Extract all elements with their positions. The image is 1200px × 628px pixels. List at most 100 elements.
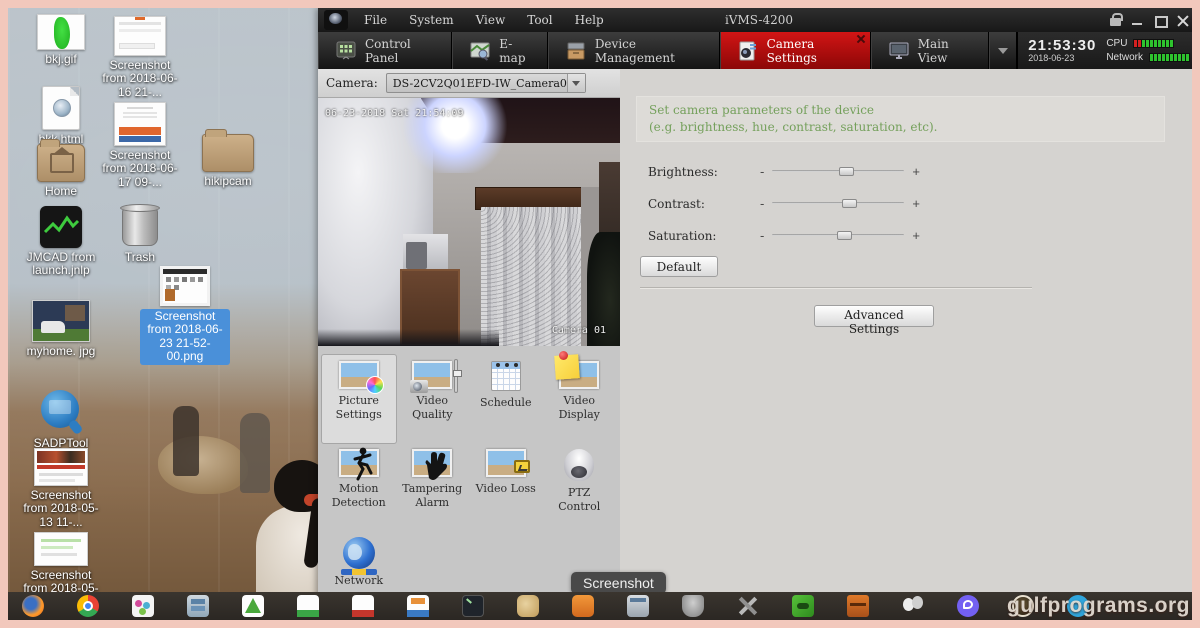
taskbar-icon-package[interactable] <box>847 595 869 617</box>
menu-tool[interactable]: Tool <box>527 13 552 27</box>
e-map-icon <box>469 41 491 61</box>
close-button[interactable] <box>1177 15 1190 26</box>
tab-label: Camera Settings <box>767 37 854 65</box>
tab-camera-settings[interactable]: Camera Settings <box>720 32 871 69</box>
contrast-slider-handle[interactable] <box>842 199 857 208</box>
taskbar-icon-gallery[interactable] <box>132 595 154 617</box>
tab-close-icon[interactable] <box>856 34 866 44</box>
cpu-usage-meter <box>1133 39 1174 48</box>
taskbar-icon-file-manager[interactable] <box>187 595 209 617</box>
feature-schedule[interactable]: Schedule <box>469 355 543 443</box>
feature-label: Tampering Alarm <box>401 482 463 510</box>
settings-description-line2: (e.g. brightness, hue, contrast, saturat… <box>649 119 1152 136</box>
lock-icon[interactable] <box>1110 18 1121 26</box>
desktop-icon-hikipcam[interactable]: hikipcam <box>184 134 272 188</box>
desktop-icon-sadptool[interactable]: SADPTool <box>17 390 105 450</box>
desktop-icon-bkj-gif[interactable]: bkj.gif <box>17 14 105 66</box>
menu-bar: File System View Tool Help <box>364 13 604 27</box>
taskbar-icon-terminal[interactable] <box>462 595 484 617</box>
trash-icon <box>120 202 160 248</box>
plus-icon[interactable]: + <box>912 164 920 179</box>
cpu-label: CPU <box>1106 38 1127 49</box>
tab-e-map[interactable]: E-map <box>452 32 548 69</box>
taskbar-icon-green-app[interactable] <box>242 595 264 617</box>
status-clock-area: 21:53:30 2018-06-23 CPU Network <box>1017 32 1192 69</box>
settings-description-line1: Set camera parameters of the device <box>649 102 1152 119</box>
tab-main-view[interactable]: Main View <box>871 32 989 69</box>
taskbar-icon-libreoffice-calc[interactable] <box>297 595 319 617</box>
desktop-icon-jmcad[interactable]: JMCAD from launch.jnlp <box>17 206 105 278</box>
feature-video-quality[interactable]: Video Quality <box>396 355 470 443</box>
feature-ptz-control[interactable]: PTZ Control <box>543 443 617 531</box>
brightness-slider-handle[interactable] <box>839 167 854 176</box>
tab-label: Main View <box>918 37 972 65</box>
maximize-button[interactable] <box>1154 15 1167 26</box>
taskbar-icon-viber[interactable] <box>957 595 979 617</box>
feature-video-loss[interactable]: Video Loss <box>469 443 543 531</box>
taskbar-icon-libreoffice-impress[interactable] <box>407 595 429 617</box>
control-panel-icon <box>335 41 357 61</box>
camera-settings-icon <box>737 41 759 61</box>
tab-control-panel[interactable]: Control Panel <box>318 32 452 69</box>
camera-select-arrow[interactable] <box>567 74 585 92</box>
feature-picture-settings[interactable]: Picture Settings <box>322 355 396 443</box>
photo-thumbnail <box>32 300 90 342</box>
saturation-slider[interactable] <box>772 231 904 240</box>
minus-icon[interactable]: - <box>760 164 764 179</box>
toolbar-dropdown-button[interactable] <box>989 32 1018 69</box>
sadptool-icon <box>39 390 83 434</box>
menu-help[interactable]: Help <box>575 13 604 27</box>
feature-tampering-alarm[interactable]: Tampering Alarm <box>396 443 470 531</box>
screenshot-thumbnail <box>114 16 166 56</box>
desktop-icon-screenshot-0623-selected[interactable]: Screenshot from 2018-06-23 21-52-00.png <box>140 266 230 365</box>
menu-system[interactable]: System <box>409 13 453 27</box>
live-video-preview[interactable]: 06-23-2018 Sat 21:54:09 Camera 01 <box>318 98 620 346</box>
taskbar-icon-games[interactable] <box>792 595 814 617</box>
screenshot-thumbnail <box>114 102 166 146</box>
desktop-icon-bkk-html[interactable]: bkk.html <box>17 86 105 146</box>
plus-icon[interactable]: + <box>912 228 920 243</box>
taskbar-icon-balloons[interactable] <box>902 595 924 617</box>
minus-icon[interactable]: - <box>760 228 764 243</box>
menu-view[interactable]: View <box>476 13 506 27</box>
taskbar-icon-tools[interactable] <box>737 595 759 617</box>
minimize-button[interactable] <box>1131 15 1144 26</box>
clock-date: 2018-06-23 <box>1028 54 1096 63</box>
screenshot-thumbnail <box>34 448 88 486</box>
tab-label: Device Management <box>595 37 703 65</box>
feature-video-display[interactable]: Video Display <box>543 355 617 443</box>
taskbar-icon-software-center[interactable] <box>572 595 594 617</box>
settings-description: Set camera parameters of the device (e.g… <box>636 96 1165 142</box>
desktop-icon-screenshot-0617[interactable]: Screenshot from 2018-06-17 09-... <box>96 102 184 189</box>
desktop-icon-trash[interactable]: Trash <box>96 202 184 264</box>
brightness-slider[interactable] <box>772 167 904 176</box>
taskbar-icon-archive[interactable] <box>517 595 539 617</box>
taskbar-icon-firefox[interactable] <box>22 595 44 617</box>
camera-select[interactable]: DS-2CV2Q01EFD-IW_Camera01 <box>386 73 586 93</box>
tab-device-management[interactable]: Device Management <box>548 32 720 69</box>
screenshot-tooltip: Screenshot <box>571 572 666 594</box>
device-management-icon <box>565 41 587 61</box>
taskbar-icon-window-app[interactable] <box>627 595 649 617</box>
desktop-icon-screenshot-0513[interactable]: Screenshot from 2018-05-13 11-... <box>17 448 105 529</box>
taskbar-icon-libreoffice-writer[interactable] <box>352 595 374 617</box>
taskbar-icon-camera-rig[interactable] <box>682 595 704 617</box>
plus-icon[interactable]: + <box>912 196 920 211</box>
network-label: Network <box>1106 52 1143 63</box>
contrast-slider[interactable] <box>772 199 904 208</box>
default-button[interactable]: Default <box>640 256 718 277</box>
contrast-row: Contrast: - + <box>648 196 920 211</box>
desktop-icon-screenshot-0616[interactable]: Screenshot from 2018-06-16 21-... <box>96 16 184 99</box>
saturation-slider-handle[interactable] <box>837 231 852 240</box>
desktop-icon-home[interactable]: Home <box>17 144 105 198</box>
feature-label: Video Quality <box>401 394 463 422</box>
desktop-icon-myhome-jpg[interactable]: myhome. jpg <box>17 300 105 358</box>
title-bar: File System View Tool Help iVMS-4200 <box>318 8 1192 32</box>
feature-label: PTZ Control <box>548 486 610 514</box>
minus-icon[interactable]: - <box>760 196 764 211</box>
menu-file[interactable]: File <box>364 13 387 27</box>
feature-motion-detection[interactable]: Motion Detection <box>322 443 396 531</box>
advanced-settings-button[interactable]: Advanced Settings <box>814 305 934 327</box>
video-scene <box>406 242 427 269</box>
taskbar-icon-chrome[interactable] <box>77 595 99 617</box>
